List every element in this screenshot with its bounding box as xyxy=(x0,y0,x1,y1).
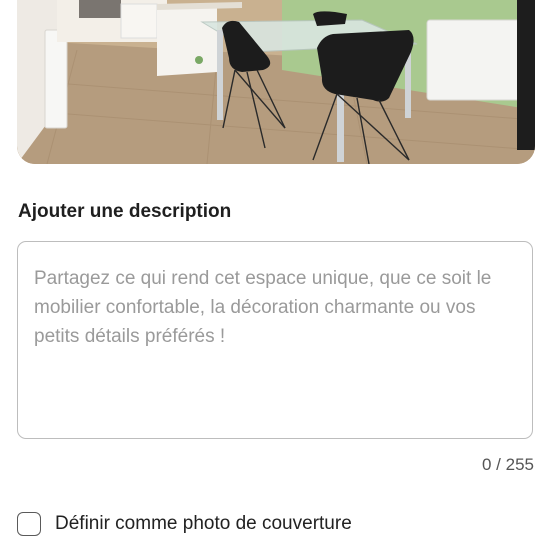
description-heading: Ajouter une description xyxy=(18,201,232,222)
cover-photo-label[interactable]: Définir comme photo de couverture xyxy=(55,513,352,535)
room-photo[interactable] xyxy=(17,0,535,164)
description-field[interactable] xyxy=(17,241,533,439)
photo-details-screen: Ajouter une description 0 / 255 Définir … xyxy=(0,0,550,550)
cover-photo-option[interactable]: Définir comme photo de couverture xyxy=(17,512,352,536)
description-textarea[interactable] xyxy=(18,242,532,438)
room-photo-illustration xyxy=(17,0,535,164)
cover-photo-checkbox[interactable] xyxy=(17,512,41,536)
character-counter: 0 / 255 xyxy=(482,455,534,474)
